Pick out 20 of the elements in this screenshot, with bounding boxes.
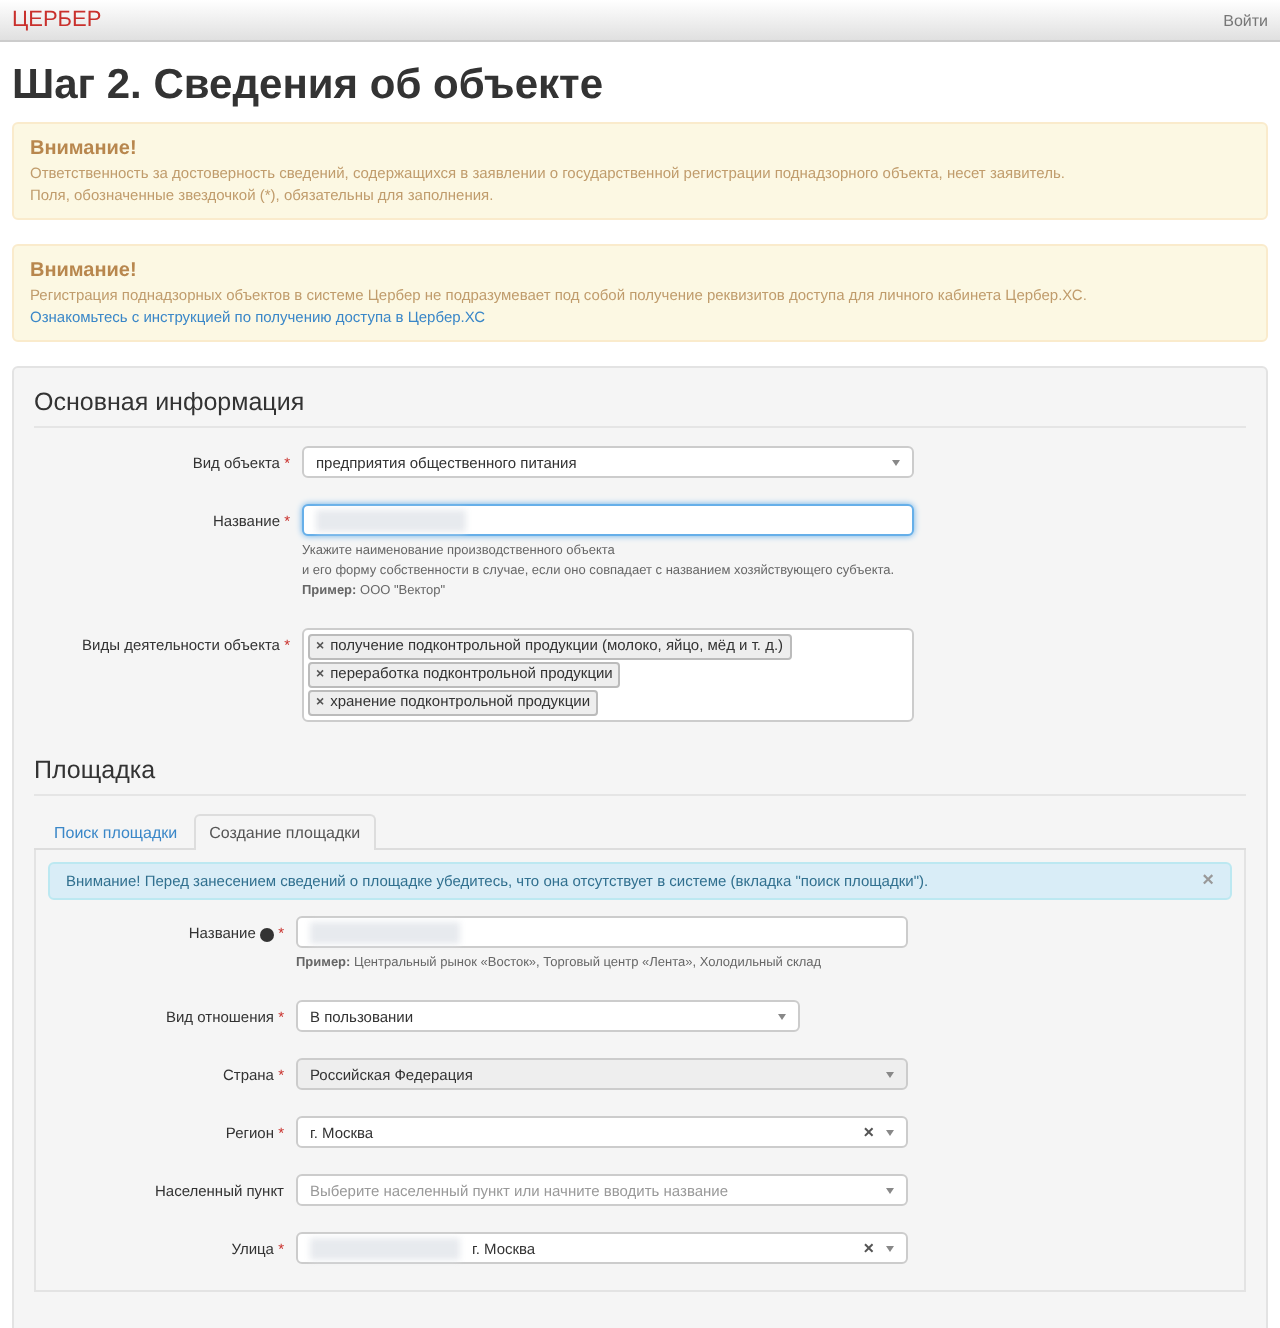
caret-icon [886, 1245, 894, 1251]
alert-heading: Внимание! [30, 258, 139, 284]
section-heading: Основная информация [34, 380, 1246, 428]
caret-icon [892, 459, 900, 465]
tab[interactable]: Поиск площадки [38, 814, 194, 850]
tab[interactable]: Создание площадки [193, 814, 377, 850]
text-field[interactable] [296, 916, 908, 948]
clear-icon[interactable]: × [863, 1122, 874, 1142]
brand-logo[interactable]: ЦЕРБЕР [12, 8, 102, 32]
help-icon[interactable] [259, 927, 274, 942]
alert-heading: Внимание! [30, 136, 139, 162]
clear-icon[interactable]: × [863, 1238, 874, 1258]
caret-icon [886, 1129, 894, 1135]
login-link[interactable]: Войти [1223, 11, 1268, 29]
caret-icon [886, 1071, 894, 1077]
section-heading: Площадка [34, 748, 1246, 796]
caret-icon [778, 1013, 786, 1019]
text-field[interactable] [302, 504, 914, 536]
caret-icon [886, 1187, 894, 1193]
page-title: Шаг 2. Сведения об объекте [12, 62, 605, 110]
